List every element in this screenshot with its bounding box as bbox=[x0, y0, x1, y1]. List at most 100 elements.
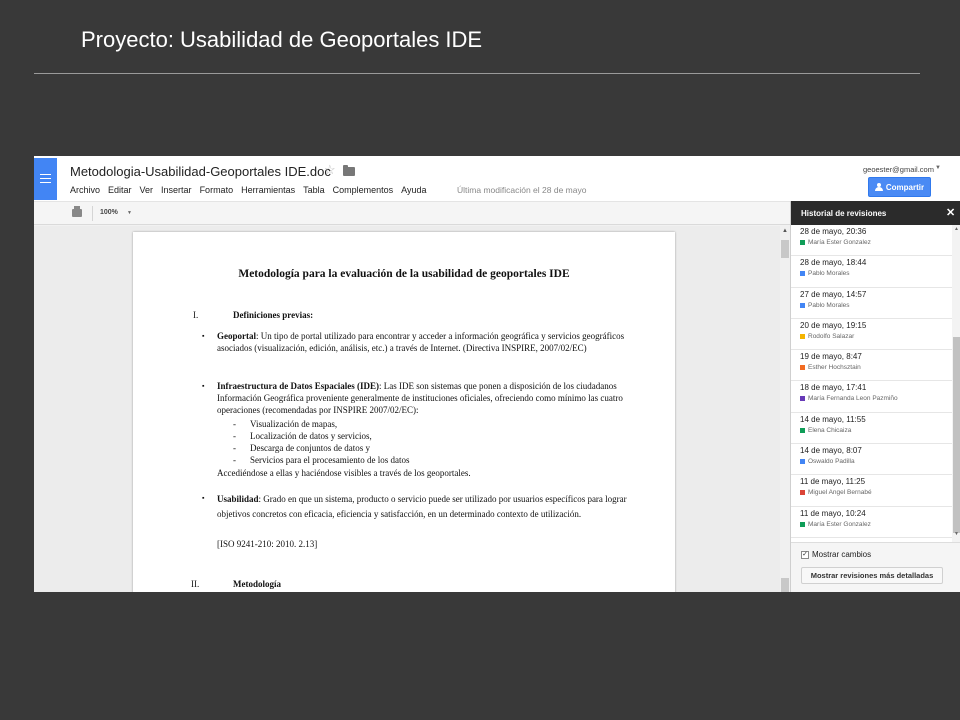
bullet-icon: ▪ bbox=[202, 332, 205, 340]
menu-insertar[interactable]: Insertar bbox=[161, 185, 192, 195]
docs-logo-icon[interactable] bbox=[34, 158, 57, 200]
account-email[interactable]: geoester@gmail.com bbox=[863, 165, 934, 174]
star-icon[interactable]: ☆ bbox=[324, 162, 336, 178]
revision-item[interactable]: 11 de mayo, 11:25 Miguel Angel Bernabé bbox=[791, 475, 952, 507]
share-button[interactable]: Compartir bbox=[868, 177, 931, 197]
section-title: Definiciones previas: bbox=[233, 310, 314, 320]
revision-date: 28 de mayo, 20:36 bbox=[800, 227, 867, 236]
print-icon[interactable] bbox=[72, 206, 82, 217]
person-icon bbox=[874, 183, 883, 191]
menu-bar: Archivo Editar Ver Insertar Formato Herr… bbox=[70, 185, 435, 195]
author-name: Esther Hochsztain bbox=[808, 364, 861, 372]
list-item-text: Visualización de mapas, bbox=[250, 419, 338, 429]
menu-editar[interactable]: Editar bbox=[108, 185, 132, 195]
menu-ayuda[interactable]: Ayuda bbox=[401, 185, 426, 195]
show-changes-label: Mostrar cambios bbox=[812, 550, 872, 559]
chevron-down-icon[interactable]: ▼ bbox=[127, 210, 132, 216]
revision-date: 11 de mayo, 10:24 bbox=[800, 508, 866, 518]
revision-history-panel: Historial de revisiones ✕ 28 de mayo, 20… bbox=[790, 201, 960, 592]
definition-usabilidad: Usabilidad: Grado en que un sistema, pro… bbox=[217, 492, 637, 522]
operations-list: - Visualización de mapas, - Localización d… bbox=[233, 418, 533, 466]
author-name: Rodolfo Salazar bbox=[808, 332, 855, 340]
scrollbar-thumb[interactable] bbox=[953, 337, 960, 533]
document-heading: Metodología para la evaluación de la usa… bbox=[238, 268, 570, 280]
show-changes-option[interactable]: ✓ Mostrar cambios bbox=[801, 550, 871, 559]
revision-author: María Ester Gonzalez bbox=[800, 521, 952, 528]
revision-item[interactable]: 20 de mayo, 19:15 Rodolfo Salazar bbox=[791, 319, 952, 351]
menu-complementos[interactable]: Complementos bbox=[333, 185, 394, 195]
section-number: II. bbox=[191, 579, 200, 589]
author-name: María Ester Gonzalez bbox=[808, 520, 871, 528]
revision-item[interactable]: 19 de mayo, 8:47 Esther Hochsztain bbox=[791, 350, 952, 382]
chevron-down-icon[interactable]: ▼ bbox=[935, 165, 941, 171]
author-color-swatch bbox=[800, 459, 805, 465]
term-usabilidad: Usabilidad bbox=[217, 494, 259, 504]
bullet-icon: ▪ bbox=[202, 494, 205, 502]
last-modified-link[interactable]: Última modificación el 28 de mayo bbox=[457, 185, 586, 195]
author-color-swatch bbox=[800, 333, 805, 339]
author-name: Pablo Morales bbox=[808, 270, 850, 278]
scroll-up-icon[interactable]: ▲ bbox=[954, 226, 959, 232]
show-changes-checkbox[interactable]: ✓ bbox=[801, 550, 809, 559]
definition-text: : Un tipo de portal utilizado para encon… bbox=[217, 331, 625, 353]
document-scrollbar[interactable]: ▲ bbox=[780, 226, 790, 592]
revision-item[interactable]: 11 de mayo, 10:24 María Ester Gonzalez bbox=[791, 507, 952, 538]
close-icon[interactable]: ✕ bbox=[946, 206, 955, 219]
definition-ide: Infraestructura de Datos Espaciales (IDE… bbox=[217, 380, 637, 416]
revision-date: 18 de mayo, 17:41 bbox=[800, 383, 867, 393]
revision-author: María Ester Gonzalez bbox=[800, 239, 952, 246]
author-name: Elena Chicaiza bbox=[808, 426, 852, 434]
revision-date: 28 de mayo, 18:44 bbox=[800, 258, 867, 268]
revision-panel-title: Historial de revisiones bbox=[801, 209, 887, 218]
author-name: Pablo Morales bbox=[808, 301, 850, 309]
zoom-select[interactable]: 100% bbox=[100, 209, 118, 216]
author-color-swatch bbox=[800, 271, 805, 277]
revision-author: Rodolfo Salazar bbox=[800, 333, 952, 340]
list-item-text: Descarga de conjuntos de datos y bbox=[250, 443, 371, 453]
share-label: Compartir bbox=[885, 182, 925, 192]
revision-date: 11 de mayo, 11:25 bbox=[800, 477, 866, 487]
menu-herramientas[interactable]: Herramientas bbox=[241, 185, 295, 195]
revision-date: 14 de mayo, 11:55 bbox=[800, 414, 866, 424]
document-page[interactable]: Metodología para la evaluación de la usa… bbox=[133, 232, 675, 592]
scroll-down-icon[interactable]: ▼ bbox=[954, 531, 959, 537]
revision-item[interactable]: 28 de mayo, 18:44 Pablo Morales bbox=[791, 256, 952, 288]
revision-author: María Fernanda Leon Pazmiño bbox=[800, 395, 952, 402]
menu-ver[interactable]: Ver bbox=[140, 185, 154, 195]
author-color-swatch bbox=[800, 521, 805, 527]
revision-panel-header: Historial de revisiones ✕ bbox=[791, 201, 960, 225]
revision-item[interactable]: 18 de mayo, 17:41 María Fernanda Leon Pa… bbox=[791, 381, 952, 413]
revision-author: Elena Chicaiza bbox=[800, 427, 952, 434]
toolbar-divider bbox=[92, 206, 93, 221]
author-color-swatch bbox=[800, 427, 805, 433]
slide-title: Proyecto: Usabilidad de Geoportales IDE bbox=[81, 27, 483, 52]
menu-tabla[interactable]: Tabla bbox=[303, 185, 325, 195]
folder-icon[interactable] bbox=[343, 165, 355, 176]
revision-item[interactable]: 14 de mayo, 8:07 Oswaldo Padilla bbox=[791, 444, 952, 476]
scroll-up-icon[interactable]: ▲ bbox=[782, 228, 788, 234]
author-color-swatch bbox=[800, 240, 805, 245]
menu-formato[interactable]: Formato bbox=[200, 185, 234, 195]
revision-item[interactable]: 14 de mayo, 11:55 Elena Chicaiza bbox=[791, 413, 952, 445]
document-title[interactable]: Metodologia-Usabilidad-Geoportales IDE.d… bbox=[70, 164, 331, 179]
title-divider bbox=[34, 73, 920, 74]
revision-item[interactable]: 27 de mayo, 14:57 Pablo Morales bbox=[791, 288, 952, 319]
revision-date: 20 de mayo, 19:15 bbox=[800, 320, 867, 330]
author-name: Miguel Angel Bernabé bbox=[808, 489, 872, 497]
scrollbar-thumb[interactable] bbox=[781, 240, 789, 258]
detailed-revisions-button[interactable]: Mostrar revisiones más detalladas bbox=[801, 567, 943, 584]
document-canvas: Metodología para la evaluación de la usa… bbox=[34, 226, 790, 592]
bullet-icon: ▪ bbox=[202, 382, 205, 390]
list-item-text: Servicios para el procesamiento de los d… bbox=[250, 455, 410, 465]
revision-panel-footer: ✓ Mostrar cambios Mostrar revisiones más… bbox=[791, 542, 960, 592]
definition-text: : Grado en que un sistema, producto o se… bbox=[217, 494, 627, 519]
scrollbar-thumb[interactable] bbox=[781, 578, 789, 592]
revision-scrollbar[interactable]: ▲ ▼ bbox=[952, 225, 960, 542]
menu-archivo[interactable]: Archivo bbox=[70, 185, 100, 195]
revision-item[interactable]: 28 de mayo, 20:36 María Ester Gonzalez bbox=[791, 225, 952, 257]
list-item: - Servicios para el procesamiento de los … bbox=[233, 455, 410, 465]
docs-header: Metodologia-Usabilidad-Geoportales IDE.d… bbox=[34, 156, 960, 201]
revision-author: Miguel Angel Bernabé bbox=[800, 489, 952, 496]
author-color-swatch bbox=[800, 396, 805, 402]
revision-date: 19 de mayo, 8:47 bbox=[800, 352, 862, 362]
